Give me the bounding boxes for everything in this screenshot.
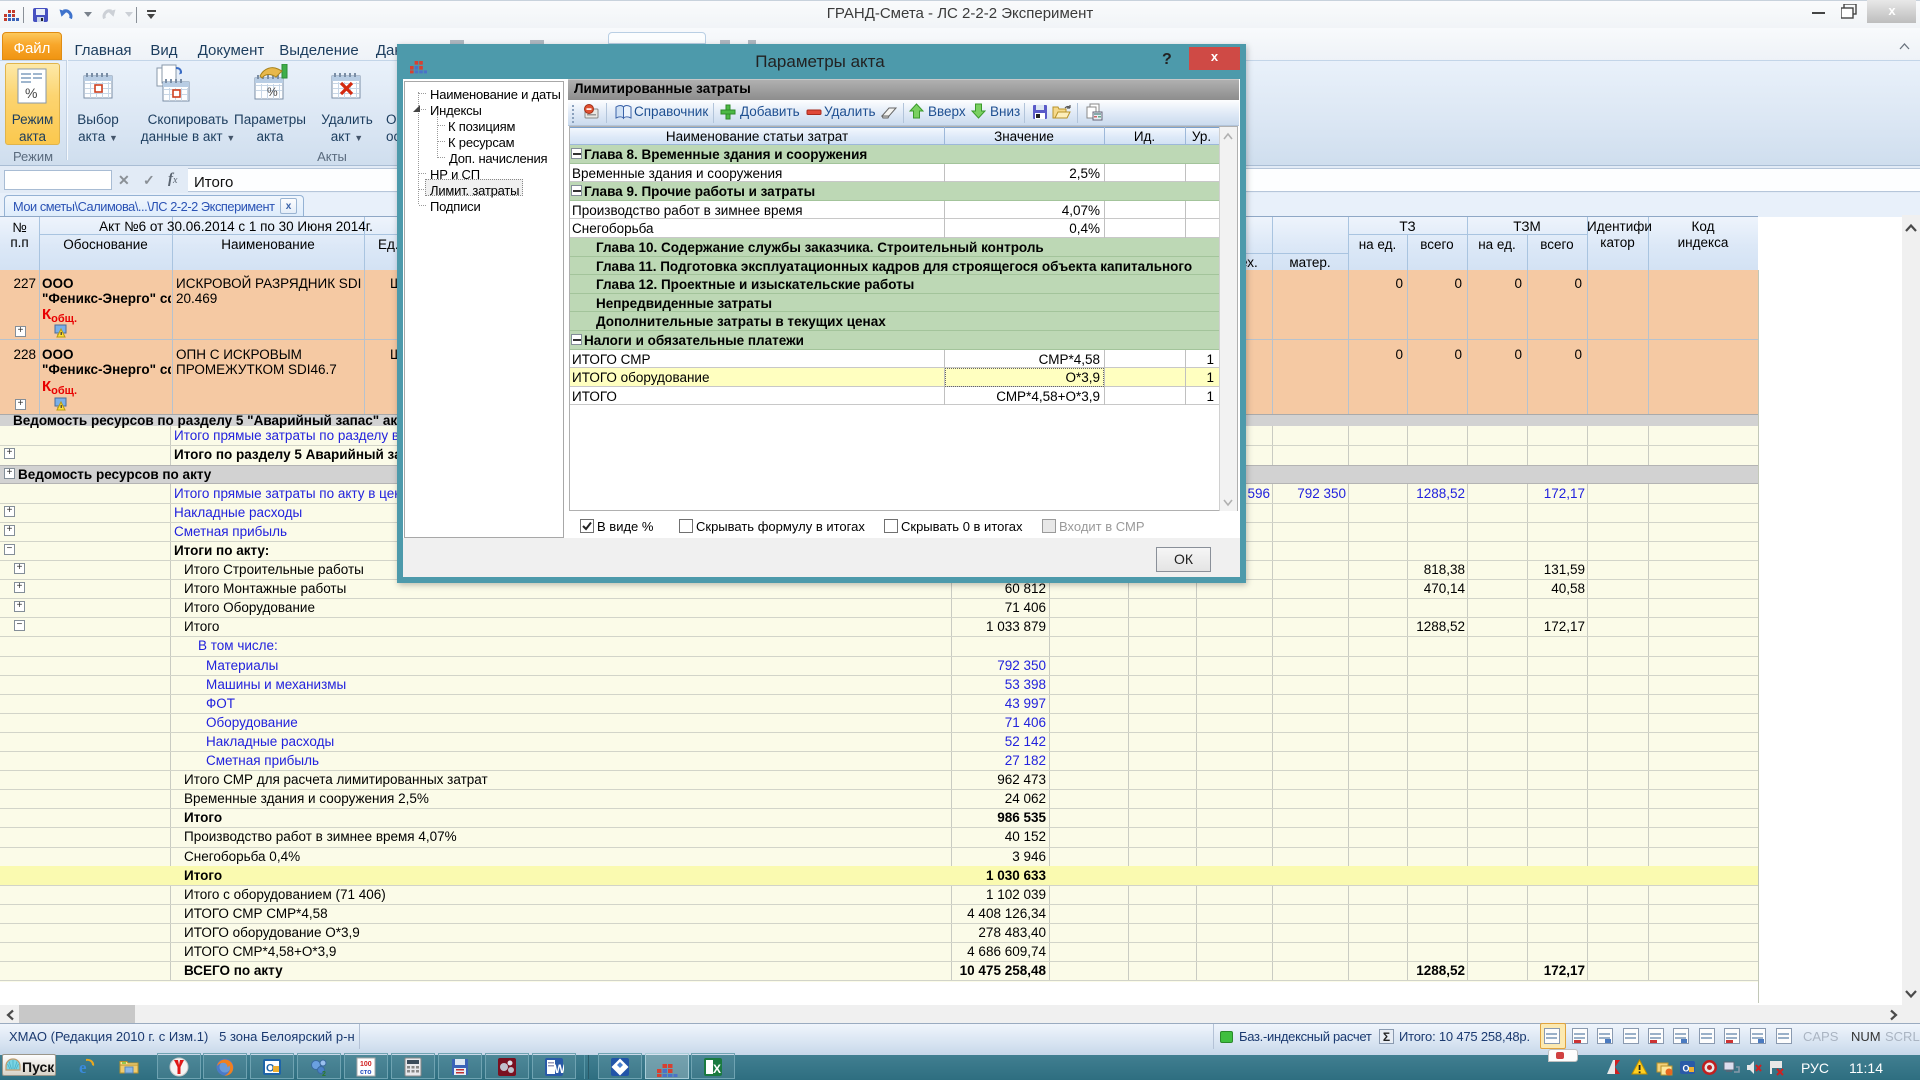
svg-text:%: % — [267, 85, 278, 99]
svg-text:2: 2 — [322, 1071, 326, 1077]
svg-text:W: W — [554, 1062, 564, 1076]
svg-text:O: O — [1683, 1064, 1690, 1074]
svg-text:X: X — [713, 1062, 721, 1076]
svg-text:сто: сто — [360, 1069, 372, 1076]
svg-text:e: e — [79, 1058, 87, 1077]
svg-text:100: 100 — [360, 1061, 372, 1068]
svg-text:%: % — [25, 85, 37, 101]
